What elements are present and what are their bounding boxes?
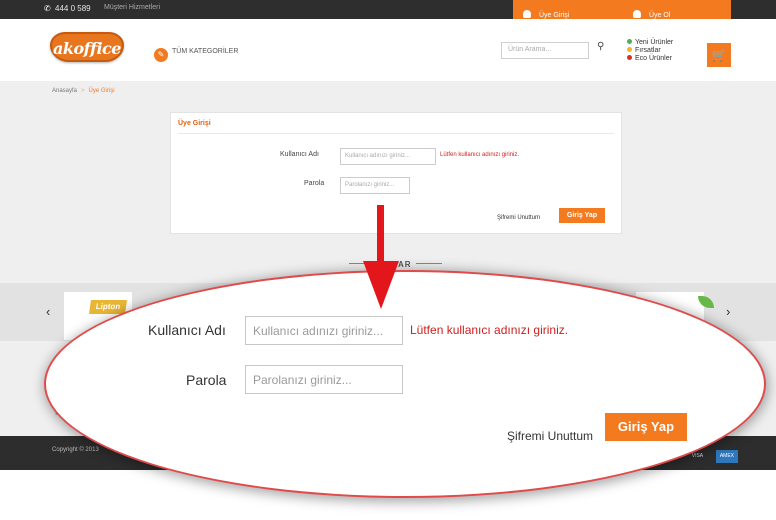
zoom-lens: Kullanıcı Adı Kullanıcı adınızı giriniz.… bbox=[44, 270, 766, 498]
search-icon[interactable]: ⚲ bbox=[597, 41, 604, 52]
categories-label: TÜM KATEGORİLER bbox=[172, 48, 239, 55]
quick-links: Yeni Ürünler Fırsatlar Eco Ürünler bbox=[627, 39, 673, 63]
header: akoffice ✎ TÜM KATEGORİLER Ürün Arama... … bbox=[0, 19, 776, 81]
lipton-logo: Lipton bbox=[89, 300, 127, 314]
deals-link[interactable]: Fırsatlar bbox=[627, 47, 673, 55]
register-link[interactable]: Üye Ol bbox=[633, 10, 670, 19]
zoom-password-input[interactable]: Parolanızı giriniz... bbox=[245, 365, 403, 394]
login-link[interactable]: Üye Girişi bbox=[523, 10, 569, 19]
carousel-next-icon[interactable]: › bbox=[726, 304, 730, 319]
top-bar: ✆ 444 0 589 Müşteri Hizmetleri Üye Girişi… bbox=[0, 0, 776, 30]
zoom-login-button[interactable]: Giriş Yap bbox=[605, 413, 687, 441]
star-icon bbox=[627, 55, 632, 60]
password-label: Parola bbox=[304, 180, 325, 187]
deals-label: Fırsatlar bbox=[635, 47, 661, 54]
eco-products-link[interactable]: Eco Ürünler bbox=[627, 55, 673, 63]
copyright: Copyright © 2013 bbox=[52, 447, 99, 453]
logo[interactable]: akoffice bbox=[50, 32, 124, 62]
zoom-forgot-password-link[interactable]: Şifremi Unuttum bbox=[507, 429, 593, 443]
new-products-link[interactable]: Yeni Ürünler bbox=[627, 39, 673, 47]
zoom-username-error: Lütfen kullanıcı adınızı giriniz. bbox=[410, 323, 569, 337]
customer-service-link[interactable]: Müşteri Hizmetleri bbox=[104, 4, 160, 11]
password-input[interactable]: Parolanızı giriniz... bbox=[340, 177, 410, 194]
zoom-password-label: Parola bbox=[186, 372, 227, 388]
divider bbox=[415, 263, 442, 264]
amex-icon: AMEX bbox=[715, 450, 738, 463]
divider bbox=[178, 133, 614, 134]
user-icon bbox=[523, 10, 531, 18]
all-categories-menu[interactable]: ✎ TÜM KATEGORİLER bbox=[154, 48, 238, 62]
register-label: Üye Ol bbox=[649, 12, 671, 19]
search-input[interactable]: Ürün Arama... bbox=[501, 42, 589, 59]
username-input[interactable]: Kullanıcı adınızı giriniz... bbox=[340, 148, 436, 165]
breadcrumb: Anasayfa > Üye Girişi bbox=[52, 88, 115, 94]
breadcrumb-home[interactable]: Anasayfa bbox=[52, 88, 77, 94]
logo-text: akoffice bbox=[53, 39, 121, 58]
phone-icon: ✆ bbox=[44, 4, 51, 13]
cart-icon[interactable]: 🛒 bbox=[707, 43, 731, 67]
zoom-username-input[interactable]: Kullanıcı adınızı giriniz... bbox=[245, 316, 403, 345]
page: ✆ 444 0 589 Müşteri Hizmetleri Üye Girişi… bbox=[0, 0, 776, 520]
new-products-label: Yeni Ürünler bbox=[635, 39, 674, 46]
tag-icon bbox=[627, 47, 632, 52]
pencil-icon: ✎ bbox=[154, 48, 168, 62]
breadcrumb-separator: > bbox=[81, 88, 85, 94]
red-arrow-icon bbox=[363, 205, 399, 309]
breadcrumb-current: Üye Girişi bbox=[88, 88, 115, 94]
add-user-icon bbox=[633, 10, 641, 18]
leaf-icon bbox=[627, 39, 632, 44]
username-error: Lütfen kullanıcı adınızı giriniz. bbox=[440, 152, 520, 158]
phone-text: 444 0 589 bbox=[55, 4, 91, 13]
username-label: Kullanıcı Adı bbox=[280, 151, 319, 158]
login-panel-title: Üye Girişi bbox=[178, 120, 211, 127]
eco-products-label: Eco Ürünler bbox=[635, 55, 672, 62]
carousel-prev-icon[interactable]: ‹ bbox=[46, 304, 50, 319]
phone-number: ✆ 444 0 589 bbox=[44, 4, 91, 13]
forgot-password-link[interactable]: Şifremi Unuttum bbox=[497, 215, 540, 221]
login-button[interactable]: Giriş Yap bbox=[559, 208, 605, 223]
login-label: Üye Girişi bbox=[539, 12, 570, 19]
zoom-username-label: Kullanıcı Adı bbox=[148, 322, 226, 338]
